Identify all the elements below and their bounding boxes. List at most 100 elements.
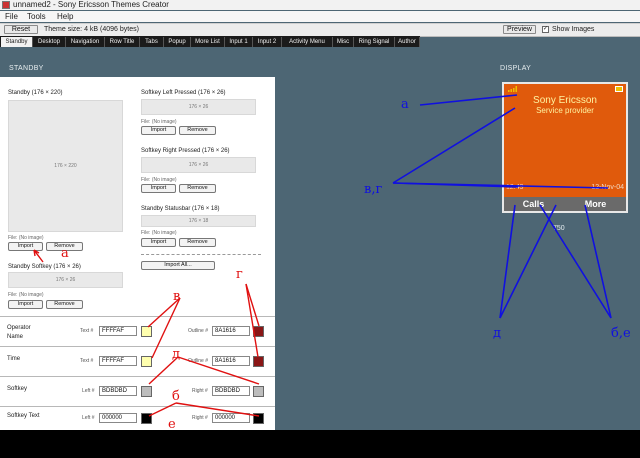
tab-ring-signal[interactable]: Ring Signal — [354, 37, 395, 47]
softkey-left-pressed-file: File: (No image) — [141, 119, 177, 125]
annotation-g-red: г — [236, 267, 243, 282]
app-window: unnamed2 - Sony Ericsson Themes Creator … — [0, 0, 640, 430]
menu-bar: File Tools Help — [0, 11, 640, 22]
time-text-field[interactable]: FFFFAF — [99, 356, 137, 366]
app-icon — [2, 1, 10, 9]
softkey-left-pressed-remove-button[interactable]: Remove — [179, 126, 216, 135]
standby-statusbar-remove-button[interactable]: Remove — [179, 238, 216, 247]
annotation-a-red: а — [61, 246, 69, 261]
tab-input-1[interactable]: Input 1 — [225, 37, 253, 47]
phone-below-label: 750 — [553, 225, 565, 232]
operator-name-row: Operator Name Text # FFFFAF Outline # 8A… — [0, 316, 275, 346]
time-row: Time Text # FFFFAF Outline # 8A1616 — [0, 346, 275, 376]
softkey-text-left-label: Left # — [82, 415, 95, 421]
standby-softkey-placeholder: 176 × 26 — [8, 272, 123, 288]
tab-author[interactable]: Author — [395, 37, 420, 47]
annotation-a-blue: а — [401, 97, 409, 112]
softkey-text-right-swatch[interactable] — [253, 413, 264, 424]
tab-row-title[interactable]: Row Title — [105, 37, 140, 47]
preview-button[interactable]: Preview — [503, 25, 536, 34]
annotation-d-blue: д — [493, 326, 502, 341]
tab-popup[interactable]: Popup — [164, 37, 191, 47]
time-text-swatch[interactable] — [141, 356, 152, 367]
softkey-left-field[interactable]: BDBDBD — [99, 386, 137, 396]
show-images-label: Show Images — [552, 26, 595, 33]
operator-name-label: Operator Name — [7, 325, 31, 340]
tab-more-list[interactable]: More List — [191, 37, 225, 47]
softkey-text-right-label: Right # — [192, 415, 208, 421]
softkey-right-pressed-placeholder: 176 × 26 — [141, 157, 256, 173]
tab-standby[interactable]: Standby — [1, 37, 33, 47]
standby-panel: Standby (176 × 220) 176 × 220 File: (No … — [0, 77, 275, 430]
tab-navigation[interactable]: Navigation — [66, 37, 105, 47]
menu-help[interactable]: Help — [57, 11, 73, 22]
phone-time: 12:49 — [506, 184, 524, 191]
time-outline-field[interactable]: 8A1616 — [212, 356, 250, 366]
softkey-label: Softkey — [7, 386, 28, 392]
standby-softkey-file: File: (No image) — [8, 292, 44, 298]
time-text-label: Text # — [80, 358, 94, 364]
operator-name-text-label: Text # — [80, 328, 94, 334]
softkey-text-right-field[interactable]: 000000 — [212, 413, 250, 423]
phone-softkey-left: Calls — [522, 199, 545, 209]
softkey-right-swatch[interactable] — [253, 386, 264, 397]
annotation-vg-blue: в,г — [364, 182, 383, 197]
standby-softkey-remove-button[interactable]: Remove — [46, 300, 83, 309]
tab-activity-menu[interactable]: Activity Menu — [282, 37, 333, 47]
softkey-left-label: Left # — [82, 388, 95, 394]
import-all-divider — [141, 254, 261, 255]
time-outline-label: Outline # — [188, 358, 209, 364]
softkey-right-pressed-import-button[interactable]: Import — [141, 184, 176, 193]
annotation-e-red: е — [168, 417, 176, 432]
display-section-title: DISPLAY — [500, 65, 532, 72]
standby-section-title: STANDBY — [9, 65, 44, 72]
standby-import-button[interactable]: Import — [8, 242, 43, 251]
tab-tabs[interactable]: Tabs — [140, 37, 164, 47]
softkey-row: Softkey Left # BDBDBD Right # BDBDBD — [0, 376, 275, 406]
reset-button[interactable]: Reset — [4, 25, 38, 34]
menu-file[interactable]: File — [5, 11, 18, 22]
time-outline-swatch[interactable] — [253, 356, 264, 367]
annotation-be-blue: б,е — [611, 326, 631, 341]
phone-date: 12-Nov-04 — [591, 184, 624, 191]
title-bar: unnamed2 - Sony Ericsson Themes Creator — [0, 0, 640, 10]
tab-desktop[interactable]: Desktop — [33, 37, 66, 47]
operator-name-text-field[interactable]: FFFFAF — [99, 326, 137, 336]
standby-softkey-import-button[interactable]: Import — [8, 300, 43, 309]
phone-service-provider: Service provider — [536, 106, 594, 115]
operator-name-outline-field[interactable]: 8A1616 — [212, 326, 250, 336]
import-all-button[interactable]: Import All... — [141, 261, 215, 270]
softkey-text-row: Softkey Text Left # 000000 Right # 00000… — [0, 406, 275, 430]
softkey-text-left-field[interactable]: 000000 — [99, 413, 137, 423]
phone-operator-name: Sony Ericsson — [533, 95, 597, 106]
operator-name-outline-swatch[interactable] — [253, 326, 264, 337]
annotation-v-red: в — [173, 289, 181, 304]
signal-icon — [508, 86, 517, 92]
softkey-left-swatch[interactable] — [141, 386, 152, 397]
menu-tools[interactable]: Tools — [27, 11, 46, 22]
phone-statusbar — [504, 84, 626, 94]
battery-icon — [615, 86, 623, 92]
show-images-checkbox[interactable]: ✓ — [542, 26, 549, 33]
operator-name-text-swatch[interactable] — [141, 326, 152, 337]
phone-softkey-right: More — [584, 199, 607, 209]
softkey-right-pressed-label: Softkey Right Pressed (176 × 26) — [141, 148, 230, 154]
softkey-left-pressed-label: Softkey Left Pressed (176 × 26) — [141, 90, 226, 96]
phone-display-preview: Sony Ericsson Service provider 12:49 12-… — [502, 82, 628, 213]
tab-input-2[interactable]: Input 2 — [253, 37, 282, 47]
annotation-b-red: б — [172, 389, 180, 404]
softkey-right-label: Right # — [192, 388, 208, 394]
tab-bar: Standby Desktop Navigation Row Title Tab… — [0, 36, 420, 47]
softkey-right-pressed-file: File: (No image) — [141, 177, 177, 183]
softkey-text-left-swatch[interactable] — [141, 413, 152, 424]
softkey-left-pressed-import-button[interactable]: Import — [141, 126, 176, 135]
standby-image-file: File: (No image) — [8, 235, 44, 241]
standby-softkey-label: Standby Softkey (176 × 26) — [8, 264, 81, 270]
phone-softkey-bar: Calls More — [504, 197, 626, 211]
softkey-right-field[interactable]: BDBDBD — [212, 386, 250, 396]
softkey-right-pressed-remove-button[interactable]: Remove — [179, 184, 216, 193]
standby-statusbar-import-button[interactable]: Import — [141, 238, 176, 247]
standby-statusbar-placeholder: 176 × 18 — [141, 215, 256, 227]
tab-misc[interactable]: Misc — [333, 37, 354, 47]
softkey-text-label: Softkey Text — [7, 413, 40, 419]
